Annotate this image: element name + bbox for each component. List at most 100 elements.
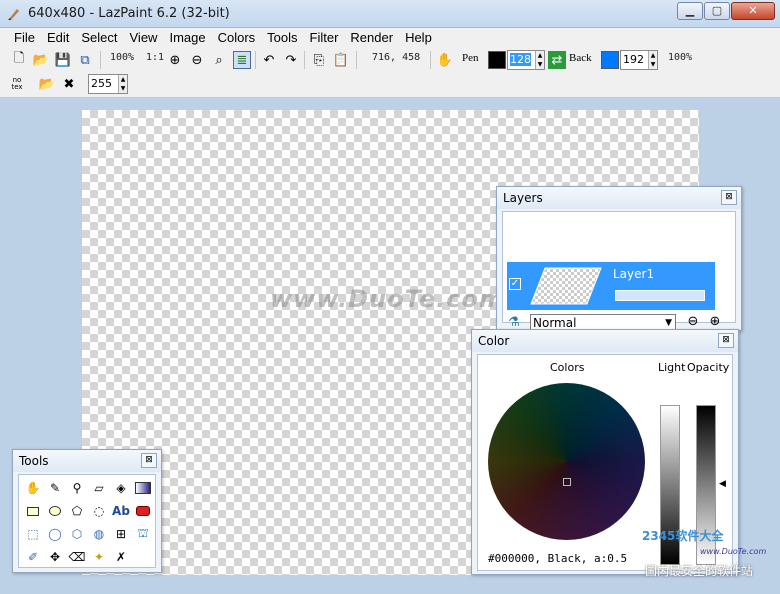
minimize-icon: ▁ <box>685 4 695 17</box>
move-selection-icon: ⊞ <box>115 527 127 541</box>
tool-text[interactable]: Ab <box>111 501 131 521</box>
color-panel-close-button[interactable]: ⊠ <box>718 333 734 348</box>
tool-select-spline[interactable]: ◍ <box>89 524 109 544</box>
menu-file[interactable]: File <box>8 28 41 48</box>
tool-magic-wand[interactable]: ✥ <box>45 547 65 567</box>
zoom-one-to-one-button[interactable]: 1:1 <box>146 52 164 63</box>
menu-bar: File Edit Select View Image Colors Tools… <box>0 28 780 48</box>
floppy-save-icon: 💾 <box>54 52 72 68</box>
open-file-button[interactable]: 📂 <box>32 51 50 69</box>
tool-select-eraser[interactable]: ⌫ <box>67 547 87 567</box>
pen-alpha-spinner[interactable]: 128 ▲ ▼ <box>507 50 545 70</box>
tool-select-pen[interactable]: ✐ <box>23 547 43 567</box>
tool-move-selection[interactable]: ⊞ <box>111 524 131 544</box>
layers-panel: Layers ⊠ ✓ Layer1 <box>496 186 742 331</box>
back-color-swatch[interactable] <box>601 51 619 69</box>
layers-panel-close-button[interactable]: ⊠ <box>721 190 737 205</box>
load-texture-button[interactable]: 📂 <box>38 75 56 93</box>
tool-eraser[interactable]: ▱ <box>89 478 109 498</box>
tolerance-spinner[interactable]: 255 ▲ ▼ <box>88 74 128 94</box>
eraser-icon: ▱ <box>94 481 104 495</box>
color-wheel-marker[interactable] <box>563 478 571 486</box>
spinner-arrows-icon[interactable]: ▲ ▼ <box>648 51 657 69</box>
paste-icon: 📋 <box>332 52 350 68</box>
chinese-watermark: 国内最安全的软件站 <box>645 564 754 578</box>
redo-icon: ↷ <box>285 52 297 68</box>
menu-edit[interactable]: Edit <box>41 28 75 48</box>
zoom-out-button[interactable]: ⊖ <box>188 51 206 69</box>
opacity-pointer-icon[interactable]: ◀ <box>719 479 726 489</box>
tool-select-rect[interactable]: ⬚ <box>23 524 43 544</box>
maximize-button[interactable]: ▢ <box>704 2 730 20</box>
layer-opacity-slider[interactable] <box>615 290 705 301</box>
layer-row-layer1[interactable]: ✓ Layer1 <box>507 262 715 310</box>
tool-gradient[interactable] <box>133 478 153 498</box>
tools-panel-close-button[interactable]: ⊠ <box>141 453 157 468</box>
tool-phong[interactable] <box>133 501 153 521</box>
remove-texture-button[interactable]: ✖ <box>60 75 78 93</box>
zoom-fit-button[interactable]: ⌕ <box>210 51 228 69</box>
back-alpha-spinner[interactable]: 192 ▲ ▼ <box>620 50 658 70</box>
layers-list: ✓ Layer1 <box>502 211 736 323</box>
url-watermark: www.DuoTe.com <box>700 547 767 556</box>
tool-spline[interactable]: ◌ <box>89 501 109 521</box>
new-file-icon: 🗋 <box>13 51 25 66</box>
close-button[interactable]: ✕ <box>731 2 775 20</box>
menu-render[interactable]: Render <box>344 28 399 48</box>
tool-wand[interactable]: ✦ <box>89 547 109 567</box>
minimize-button[interactable]: ▁ <box>677 2 703 20</box>
back-alpha-value: 192 <box>623 53 644 66</box>
pen-color-swatch[interactable] <box>488 51 506 69</box>
toolbar-separator <box>356 51 357 69</box>
menu-help[interactable]: Help <box>399 28 438 48</box>
tool-polygon[interactable]: ⬠ <box>67 501 87 521</box>
layer-visible-checkbox[interactable]: ✓ <box>509 278 521 290</box>
tool-select-poly[interactable]: ⬡ <box>67 524 87 544</box>
spinner-arrows-icon[interactable]: ▲ ▼ <box>118 75 127 93</box>
zoom-percent: 100% <box>110 52 135 63</box>
deselect-icon: ✗ <box>115 550 127 564</box>
menu-view[interactable]: View <box>124 28 164 48</box>
paint-bucket-icon: ◈ <box>116 481 126 495</box>
no-texture-button[interactable]: no tex <box>8 75 26 93</box>
tool-deselect[interactable]: ✗ <box>111 547 131 567</box>
brand-watermark: 2345软件大全 <box>642 529 724 543</box>
menu-image[interactable]: Image <box>163 28 211 48</box>
menu-filter[interactable]: Filter <box>304 28 345 48</box>
save-button[interactable]: 💾 <box>54 51 72 69</box>
tool-select-ellipse[interactable]: ◯ <box>45 524 65 544</box>
layer-zoom-out-button[interactable]: ⊖ <box>684 312 702 330</box>
tool-hand[interactable]: ✋ <box>23 478 43 498</box>
blend-mode-value: Normal <box>533 316 577 330</box>
color-wheel[interactable] <box>488 383 645 540</box>
undo-icon: ↶ <box>263 52 275 68</box>
new-file-button[interactable]: 🗋 <box>10 51 28 69</box>
folder-open-icon: 📂 <box>32 52 50 68</box>
menu-select[interactable]: Select <box>75 28 123 48</box>
tool-rotate-selection[interactable]: ⛫ <box>133 524 153 544</box>
save-as-button[interactable]: ⧉ <box>76 51 94 69</box>
menu-colors[interactable]: Colors <box>212 28 262 48</box>
layers-toggle-button[interactable]: ≣ <box>233 51 251 69</box>
tool-color-picker[interactable]: ⚲ <box>67 478 87 498</box>
zoom-in-button[interactable]: ⊕ <box>166 51 184 69</box>
tool-pen[interactable]: ✎ <box>45 478 65 498</box>
redo-button[interactable]: ↷ <box>282 51 300 69</box>
tool-flood-fill[interactable]: ◈ <box>111 478 131 498</box>
layer-name[interactable]: Layer1 <box>613 267 654 281</box>
layer-zoom-in-button[interactable]: ⊕ <box>706 312 724 330</box>
menu-tools[interactable]: Tools <box>261 28 303 48</box>
opacity-label: Opacity <box>687 361 730 374</box>
tool-ellipse[interactable] <box>45 501 65 521</box>
hand-tool-button[interactable]: ✋ <box>436 51 454 69</box>
copy-button[interactable]: ⎘ <box>310 51 328 69</box>
pen-label: Pen <box>462 52 479 64</box>
spinner-arrows-icon[interactable]: ▲ ▼ <box>535 51 544 69</box>
swap-colors-button[interactable]: ⇄ <box>548 51 566 69</box>
zoom-out-icon: ⊖ <box>687 313 699 329</box>
magic-wand-icon: ✥ <box>49 550 61 564</box>
undo-button[interactable]: ↶ <box>260 51 278 69</box>
folder-icon: 📂 <box>38 76 56 92</box>
tool-rectangle[interactable] <box>23 501 43 521</box>
paste-button[interactable]: 📋 <box>332 51 350 69</box>
